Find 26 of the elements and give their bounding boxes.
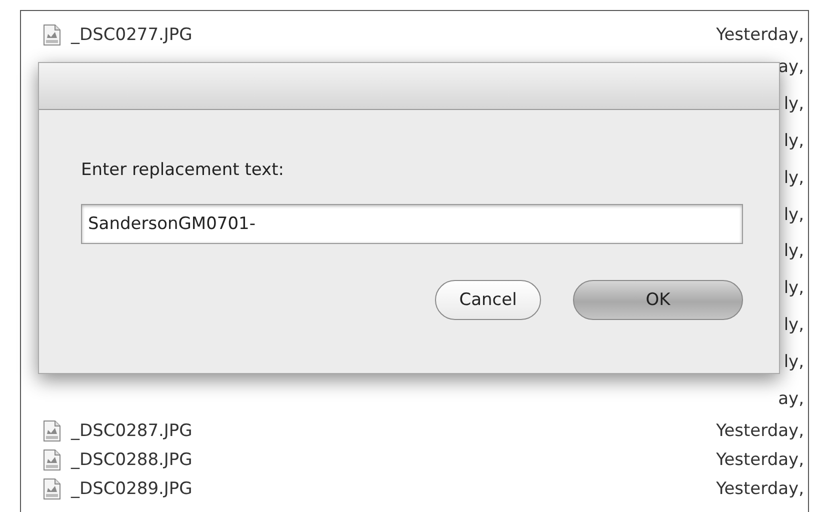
image-file-icon bbox=[43, 420, 61, 442]
file-name[interactable]: _DSC0287.JPG bbox=[71, 421, 716, 442]
file-date: ly, bbox=[784, 352, 804, 372]
file-date: ly, bbox=[784, 94, 804, 114]
file-date: ay, bbox=[778, 57, 804, 78]
file-date: ly, bbox=[784, 314, 804, 335]
file-name[interactable]: _DSC0277.JPG bbox=[71, 24, 716, 44]
file-date: ly, bbox=[784, 168, 804, 188]
file-date: ly, bbox=[784, 130, 804, 151]
cancel-button[interactable]: Cancel bbox=[435, 280, 541, 320]
file-date: ly, bbox=[784, 241, 804, 262]
ok-button[interactable]: OK bbox=[573, 280, 743, 320]
file-date: Yesterday, bbox=[716, 450, 804, 470]
file-name[interactable]: _DSC0288.JPG bbox=[71, 450, 716, 470]
image-file-icon bbox=[43, 449, 61, 472]
file-name[interactable]: _DSC0289.JPG bbox=[71, 479, 716, 500]
dialog-prompt: Enter replacement text: bbox=[81, 160, 285, 180]
replacement-text-field[interactable]: SandersonGM0701- bbox=[81, 204, 743, 244]
image-file-icon bbox=[43, 24, 61, 46]
file-date: ay, bbox=[778, 388, 804, 409]
file-date: ly, bbox=[784, 204, 804, 225]
file-date: Yesterday, bbox=[716, 421, 804, 442]
file-date: Yesterday, bbox=[716, 24, 804, 44]
image-file-icon bbox=[43, 478, 61, 500]
file-date: ly, bbox=[784, 278, 804, 298]
file-date: Yesterday, bbox=[716, 479, 804, 500]
